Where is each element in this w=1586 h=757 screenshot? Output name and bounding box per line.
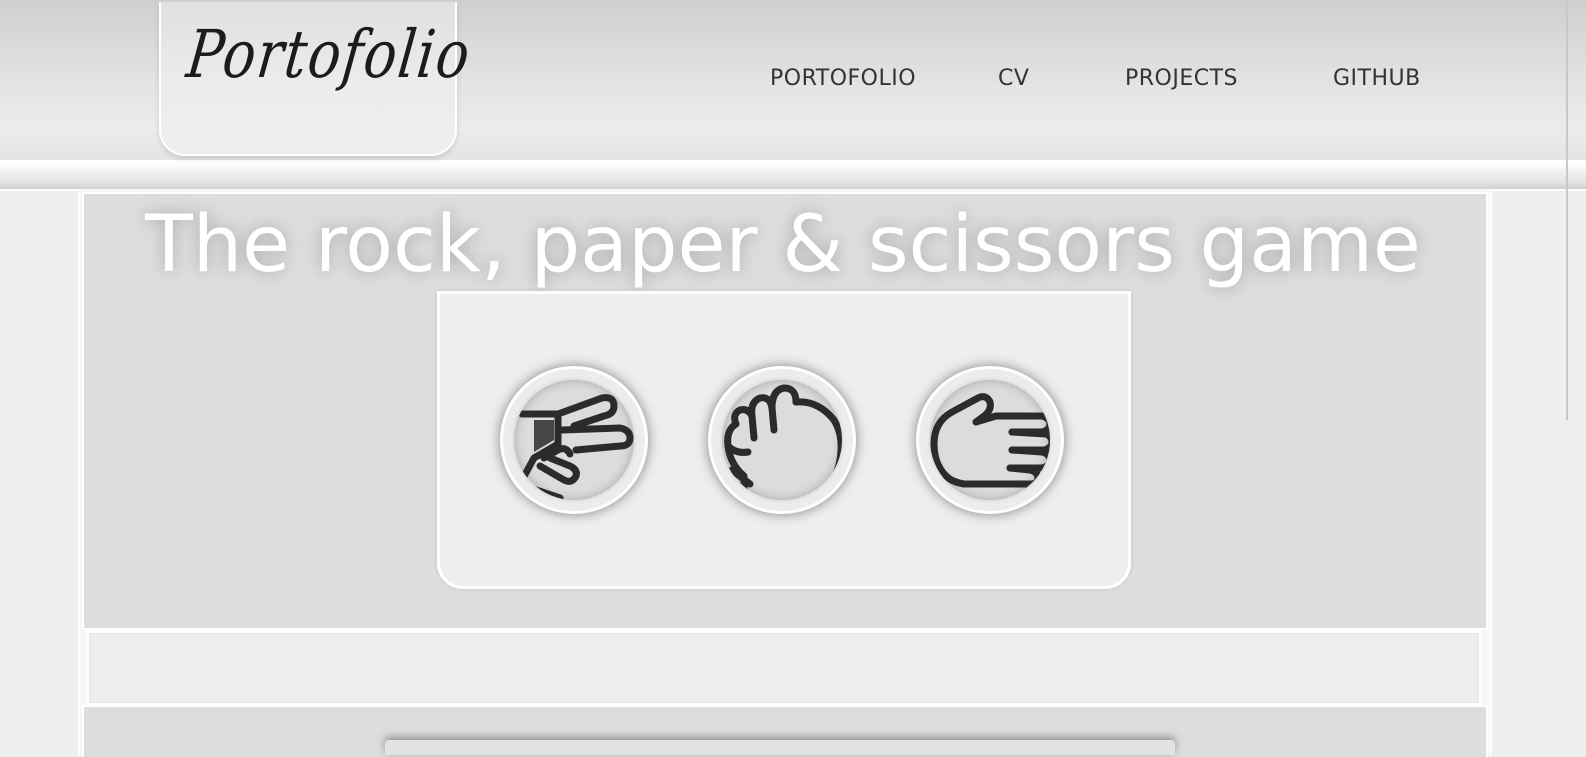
scissors-hand-icon xyxy=(514,380,634,500)
nav-link-projects[interactable]: PROJECTS xyxy=(1125,66,1238,91)
logo-text: Portofolio xyxy=(183,16,476,93)
scissors-button[interactable] xyxy=(500,366,648,514)
header-divider xyxy=(0,163,1586,191)
nav-link-portofolio[interactable]: PORTOFOLIO xyxy=(770,66,916,91)
result-display xyxy=(86,630,1482,706)
scrollbar[interactable] xyxy=(1566,0,1568,420)
open-hand-icon xyxy=(930,380,1050,500)
nav-link-github[interactable]: GITHUB xyxy=(1333,66,1421,91)
paper-button[interactable] xyxy=(916,366,1064,514)
logo[interactable]: Portofolio xyxy=(159,2,476,156)
rock-button[interactable] xyxy=(708,366,856,514)
fist-icon xyxy=(722,380,842,500)
scoreboard-bar xyxy=(385,740,1175,755)
nav-link-cv[interactable]: CV xyxy=(998,66,1029,91)
game-title: The rock, paper & scissors game xyxy=(145,200,1421,290)
